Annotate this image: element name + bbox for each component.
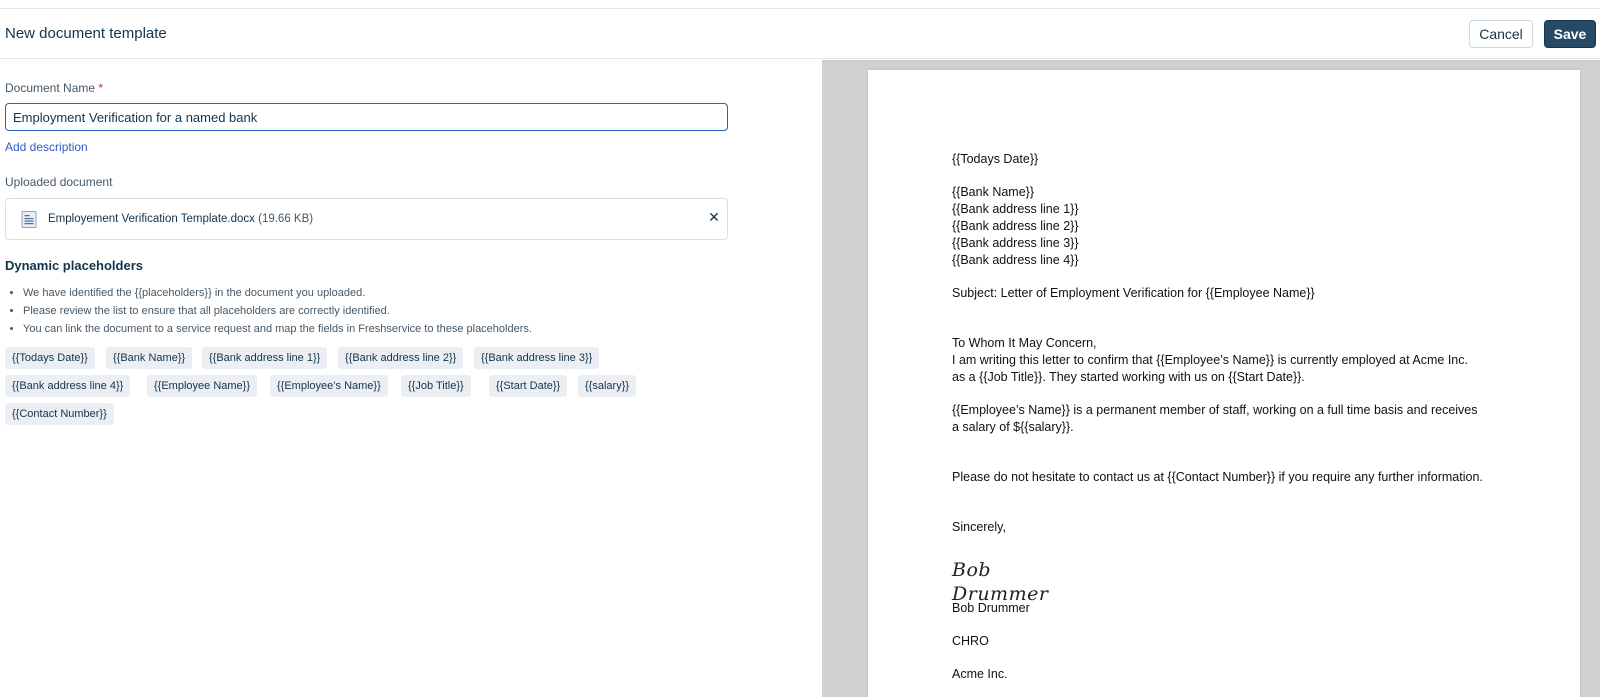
- letter-address-line: {{Bank address line 4}}: [952, 253, 1079, 267]
- info-bullet: We have identified the {{placeholders}} …: [23, 285, 532, 303]
- letter-subject: Subject: Letter of Employment Verificati…: [952, 286, 1315, 300]
- letter-address-line: {{Bank address line 2}}: [952, 219, 1079, 233]
- document-preview-panel: {{Todays Date}} {{Bank Name}} {{Bank add…: [822, 60, 1600, 697]
- placeholder-chip[interactable]: {{Bank address line 3}}: [474, 347, 600, 369]
- document-page: {{Todays Date}} {{Bank Name}} {{Bank add…: [868, 70, 1580, 697]
- placeholder-chip[interactable]: {{Bank address line 1}}: [202, 347, 328, 369]
- dynamic-placeholders-title: Dynamic placeholders: [5, 258, 143, 273]
- placeholder-chip[interactable]: {{Start Date}}: [489, 375, 568, 397]
- uploaded-file-card: Employement Verification Template.docx (…: [5, 198, 728, 240]
- letter-address-line: {{Bank address line 1}}: [952, 202, 1079, 216]
- signature-line: Bob: [952, 559, 992, 581]
- form-panel: Document Name * Add description Uploaded…: [0, 60, 822, 697]
- placeholder-chip[interactable]: {{Bank address line 2}}: [338, 347, 464, 369]
- page-title: New document template: [5, 25, 167, 42]
- letter-bank-name: {{Bank Name}}: [952, 185, 1035, 199]
- letter-paragraph-line: {{Employee’s Name}} is a permanent membe…: [952, 403, 1478, 417]
- placeholder-chip[interactable]: {{Bank Name}}: [106, 347, 193, 369]
- placeholder-info-list: We have identified the {{placeholders}} …: [23, 285, 532, 339]
- document-name-label-text: Document Name: [5, 81, 96, 95]
- uploaded-document-label: Uploaded document: [5, 175, 113, 189]
- remove-file-close-icon[interactable]: ✕: [706, 209, 722, 229]
- placeholder-chip[interactable]: {{Job Title}}: [401, 375, 471, 397]
- document-name-input[interactable]: [5, 103, 728, 131]
- letter-paragraph-line: I am writing this letter to confirm that…: [952, 353, 1468, 367]
- cancel-button[interactable]: Cancel: [1469, 20, 1533, 48]
- add-description-link[interactable]: Add description: [5, 140, 88, 154]
- letter-address-line: {{Bank address line 3}}: [952, 236, 1079, 250]
- placeholder-chip[interactable]: {{salary}}: [578, 375, 637, 397]
- document-icon: [21, 211, 37, 228]
- file-name-text: Employement Verification Template.docx: [48, 213, 255, 225]
- file-name: Employement Verification Template.docx (…: [48, 213, 313, 225]
- placeholder-chip[interactable]: {{Contact Number}}: [5, 403, 114, 425]
- info-bullet: Please review the list to ensure that al…: [23, 303, 532, 321]
- signature-image: Bob Drummer: [952, 558, 1048, 606]
- letter-closing: Sincerely,: [952, 520, 1006, 534]
- placeholder-chip[interactable]: {{Bank address line 4}}: [5, 375, 131, 397]
- letter-company: Acme Inc.: [952, 667, 1008, 681]
- placeholder-chip[interactable]: {{Employee’s Name}}: [270, 375, 388, 397]
- required-mark: *: [98, 81, 104, 95]
- letter-paragraph-line: a salary of ${{salary}}.: [952, 420, 1074, 434]
- save-button[interactable]: Save: [1544, 20, 1596, 48]
- file-size: (19.66 KB): [258, 213, 314, 225]
- letter-date: {{Todays Date}}: [952, 152, 1039, 166]
- page-header: New document template Cancel Save: [0, 9, 1600, 59]
- letter-salutation: To Whom It May Concern,: [952, 336, 1097, 350]
- placeholder-chip[interactable]: {{Todays Date}}: [5, 347, 95, 369]
- letter-paragraph-line: as a {{Job Title}}. They started working…: [952, 370, 1305, 384]
- document-name-label: Document Name *: [5, 81, 103, 95]
- placeholder-chip[interactable]: {{Employee Name}}: [147, 375, 258, 397]
- letter-signer-name: Bob Drummer: [952, 601, 1030, 615]
- info-bullet: You can link the document to a service r…: [23, 321, 532, 339]
- letter-paragraph-line: Please do not hesitate to contact us at …: [952, 470, 1483, 484]
- letter-signer-title: CHRO: [952, 634, 989, 648]
